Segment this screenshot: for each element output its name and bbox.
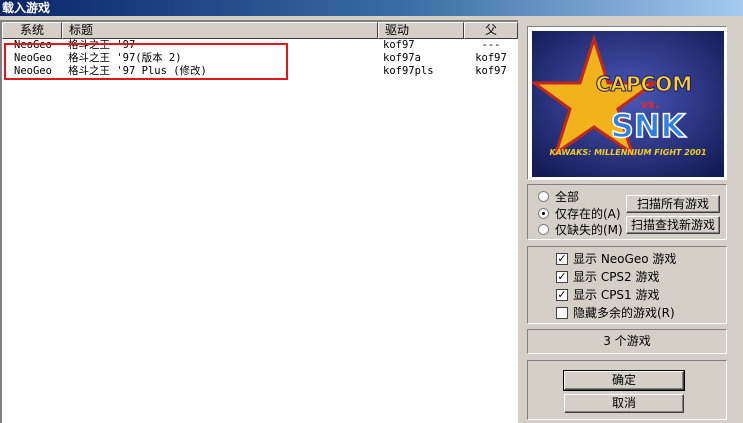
column-header-system[interactable]: 系统 <box>2 22 62 39</box>
check-hide-extra-box[interactable] <box>556 307 568 319</box>
radio-missing-label: 仅缺失的(M) <box>555 223 623 237</box>
cell-system: NeoGeo <box>14 65 52 77</box>
cell-driver: kof97 <box>383 39 415 51</box>
game-preview-image: CAPCOM vs. SNK KAWAKS: MILLENNIUM FIGHT … <box>529 31 724 177</box>
preview-frame: CAPCOM vs. SNK KAWAKS: MILLENNIUM FIGHT … <box>527 26 727 180</box>
column-header-driver[interactable]: 驱动 <box>378 22 464 39</box>
cell-title: 格斗之王 '97 <box>68 39 136 51</box>
column-header-parent[interactable]: 父 <box>464 22 518 39</box>
cell-title: 格斗之王 '97(版本 2) <box>68 52 182 64</box>
scan-all-button[interactable]: 扫描所有游戏 <box>626 195 720 213</box>
list-header: 系统 标题 驱动 父 <box>2 22 518 39</box>
game-list[interactable]: 系统 标题 驱动 父 NeoGeo 格斗之王 '97 kof97 --- Neo… <box>0 20 518 423</box>
check-cps1-label: 显示 CPS1 游戏 <box>573 288 660 302</box>
radio-missing-dot[interactable] <box>538 224 549 235</box>
table-row[interactable]: NeoGeo 格斗之王 '97(版本 2) kof97a kof97 <box>2 52 518 65</box>
column-header-title[interactable]: 标题 <box>62 22 378 39</box>
window-title: 载入游戏 <box>0 0 743 16</box>
ok-button[interactable]: 确定 <box>563 370 685 391</box>
cell-driver: kof97a <box>383 52 421 64</box>
cancel-button[interactable]: 取消 <box>564 394 684 413</box>
cell-parent: kof97 <box>475 52 507 64</box>
check-neogeo-label: 显示 NeoGeo 游戏 <box>573 252 677 266</box>
radio-all-label: 全部 <box>555 190 580 204</box>
radio-existing-dot[interactable] <box>538 208 549 219</box>
check-neogeo-box[interactable]: ✓ <box>556 253 568 265</box>
game-count-text: 3 个游戏 <box>603 334 651 348</box>
table-row[interactable]: NeoGeo 格斗之王 '97 kof97 --- <box>2 39 518 52</box>
cell-system: NeoGeo <box>14 39 52 51</box>
cell-parent: --- <box>481 39 501 51</box>
table-row[interactable]: NeoGeo 格斗之王 '97 Plus (修改) kof97pls kof97 <box>2 65 518 78</box>
show-group: ✓ 显示 NeoGeo 游戏 ✓ 显示 CPS2 游戏 ✓ 显示 CPS1 游戏… <box>527 246 727 324</box>
check-cps2-label: 显示 CPS2 游戏 <box>573 270 660 284</box>
cell-driver: kof97pls <box>383 65 434 77</box>
check-hide-extra-label: 隐藏多余的游戏(R) <box>573 306 675 320</box>
logo-snk: SNK <box>611 107 687 145</box>
check-cps2-box[interactable]: ✓ <box>556 271 568 283</box>
filter-group: 全部 仅存在的(A) 仅缺失的(M) 扫描所有游戏 扫描查找新游戏 <box>527 184 727 240</box>
action-group: 确定 取消 <box>527 360 727 420</box>
cell-title: 格斗之王 '97 Plus (修改) <box>68 65 207 77</box>
game-count: 3 个游戏 <box>527 329 727 354</box>
radio-all-dot[interactable] <box>538 191 549 202</box>
preview-subtitle: KAWAKS: MILLENNIUM FIGHT 2001 <box>549 148 706 157</box>
scan-new-button[interactable]: 扫描查找新游戏 <box>626 216 720 234</box>
cell-parent: kof97 <box>475 65 507 77</box>
radio-existing-label: 仅存在的(A) <box>555 207 621 221</box>
check-cps1-box[interactable]: ✓ <box>556 289 568 301</box>
cell-system: NeoGeo <box>14 52 52 64</box>
logo-capcom: CAPCOM <box>596 72 692 96</box>
